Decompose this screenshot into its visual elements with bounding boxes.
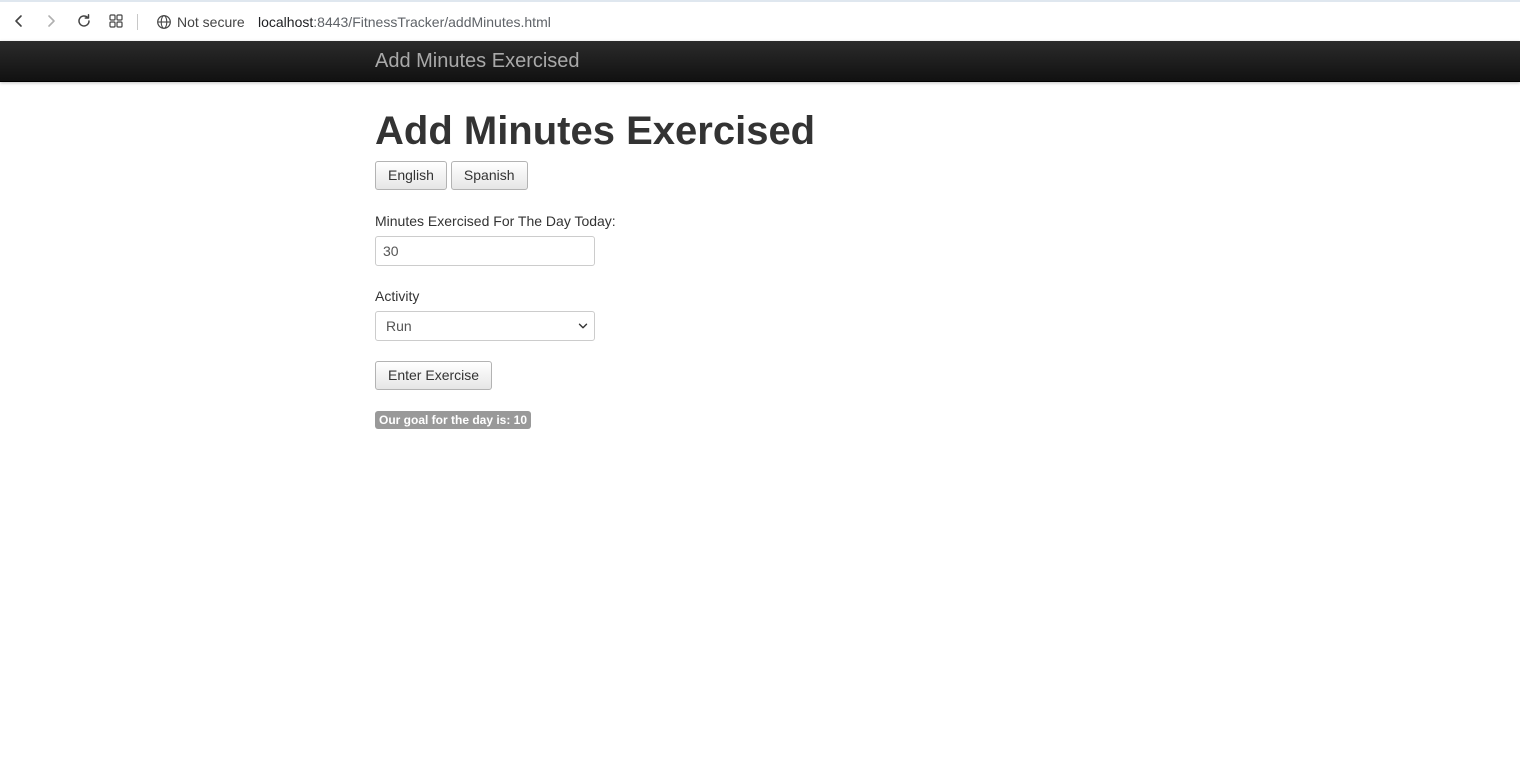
activity-label: Activity [375,288,420,304]
activity-select[interactable]: Run [375,311,595,341]
page-title: Add Minutes Exercised [375,109,816,153]
submit-row: Enter Exercise [375,361,1135,390]
url-host: localhost [258,14,314,30]
main-content: Add Minutes Exercised English Spanish Mi… [375,82,1135,429]
url-path: :8443/FitnessTracker/addMinutes.html [313,14,551,30]
toolbar-separator [137,14,138,30]
chevron-down-icon [578,323,588,329]
english-button[interactable]: English [375,161,447,190]
activity-field-group: Activity Run [375,288,1135,341]
minutes-field-group: Minutes Exercised For The Day Today: 30 [375,213,1135,266]
navbar-brand[interactable]: Add Minutes Exercised [375,50,580,73]
security-label: Not secure [177,14,245,30]
goal-badge: Our goal for the day is: 10 [375,411,532,429]
forward-button[interactable] [41,11,61,31]
enter-exercise-button[interactable]: Enter Exercise [375,361,493,390]
globe-icon [157,15,171,29]
activity-selected-value: Run [386,318,412,334]
browser-toolbar: Not secure localhost:8443/FitnessTracker… [0,0,1520,41]
spanish-button[interactable]: Spanish [450,161,528,190]
forward-arrow-icon [48,15,55,27]
apps-grid-icon [109,14,123,28]
minutes-input[interactable]: 30 [375,236,595,266]
address-bar[interactable]: localhost:8443/FitnessTracker/addMinutes… [258,14,551,30]
reload-icon [78,14,90,27]
minutes-input-value: 30 [383,243,399,259]
security-indicator[interactable]: Not secure [156,13,245,31]
minutes-label: Minutes Exercised For The Day Today: [375,213,616,229]
back-arrow-icon [15,15,22,27]
language-switcher: English Spanish [375,161,1135,190]
app-navbar: Add Minutes Exercised [0,41,1520,82]
apps-button[interactable] [106,11,126,31]
reload-button[interactable] [74,11,94,31]
back-button[interactable] [9,11,29,31]
